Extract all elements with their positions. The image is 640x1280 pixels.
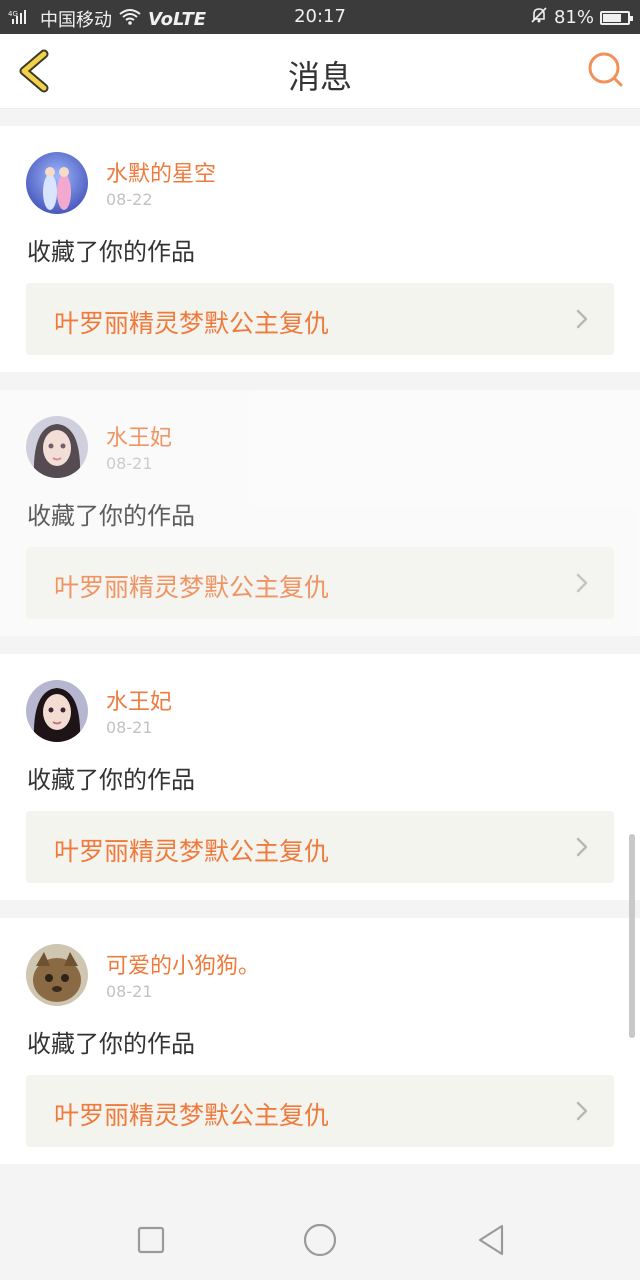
avatar[interactable] — [26, 152, 88, 214]
scrollbar[interactable] — [629, 834, 635, 1038]
home-icon — [303, 1223, 337, 1257]
system-navigation-bar — [0, 1196, 640, 1280]
avatar[interactable] — [26, 416, 88, 478]
message-text: 收藏了你的作品 — [27, 502, 195, 530]
message-date: 08-22 — [106, 190, 153, 209]
back-nav-button[interactable] — [472, 1220, 512, 1260]
work-title: 叶罗丽精灵梦默公主复仇 — [54, 309, 330, 338]
work-title: 叶罗丽精灵梦默公主复仇 — [54, 573, 330, 602]
battery-percent: 81% — [553, 7, 594, 28]
username[interactable]: 水默的星空 — [106, 156, 216, 188]
username[interactable]: 水王妃 — [106, 684, 172, 716]
chevron-right-icon — [576, 1101, 588, 1121]
username[interactable]: 水王妃 — [106, 420, 172, 452]
message-date: 08-21 — [106, 982, 153, 1001]
page-title: 消息 — [287, 58, 352, 96]
chevron-right-icon — [576, 309, 588, 329]
nav-bar: 消息 — [0, 34, 640, 109]
battery-icon — [600, 10, 633, 25]
status-bar: 4G 中国移动 VoLTE 20:17 81% — [0, 0, 640, 34]
recent-apps-icon — [137, 1226, 165, 1254]
list-item: 水默的星空 08-22 收藏了你的作品 叶罗丽精灵梦默公主复仇 — [0, 126, 640, 372]
back-triangle-icon — [478, 1224, 504, 1256]
chevron-right-icon — [576, 837, 588, 857]
message-list: 水默的星空 08-22 收藏了你的作品 叶罗丽精灵梦默公主复仇 水王妃 08-2… — [0, 126, 640, 1182]
list-item: 水王妃 08-21 收藏了你的作品 叶罗丽精灵梦默公主复仇 — [0, 390, 640, 636]
message-text: 收藏了你的作品 — [27, 238, 195, 266]
home-button[interactable] — [300, 1220, 340, 1260]
recent-apps-button[interactable] — [131, 1220, 171, 1260]
work-title: 叶罗丽精灵梦默公主复仇 — [54, 1101, 330, 1130]
message-date: 08-21 — [106, 718, 153, 737]
chevron-right-icon — [576, 573, 588, 593]
avatar[interactable] — [26, 680, 88, 742]
battery-fill — [603, 13, 622, 22]
username[interactable]: 可爱的小狗狗。 — [106, 948, 260, 980]
work-title: 叶罗丽精灵梦默公主复仇 — [54, 837, 330, 866]
status-right: 81% — [530, 6, 633, 29]
search-icon — [588, 52, 623, 87]
list-item: 可爱的小狗狗。 08-21 收藏了你的作品 叶罗丽精灵梦默公主复仇 — [0, 918, 640, 1164]
message-date: 08-21 — [106, 454, 153, 473]
message-text: 收藏了你的作品 — [27, 1030, 195, 1058]
work-link[interactable]: 叶罗丽精灵梦默公主复仇 — [26, 1075, 614, 1147]
message-text: 收藏了你的作品 — [27, 766, 195, 794]
work-link[interactable]: 叶罗丽精灵梦默公主复仇 — [26, 547, 614, 619]
search-button[interactable] — [586, 50, 626, 90]
work-link[interactable]: 叶罗丽精灵梦默公主复仇 — [26, 283, 614, 355]
avatar[interactable] — [26, 944, 88, 1006]
list-item: 水王妃 08-21 收藏了你的作品 叶罗丽精灵梦默公主复仇 — [0, 654, 640, 900]
work-link[interactable]: 叶罗丽精灵梦默公主复仇 — [26, 811, 614, 883]
mute-bell-icon — [530, 6, 548, 29]
